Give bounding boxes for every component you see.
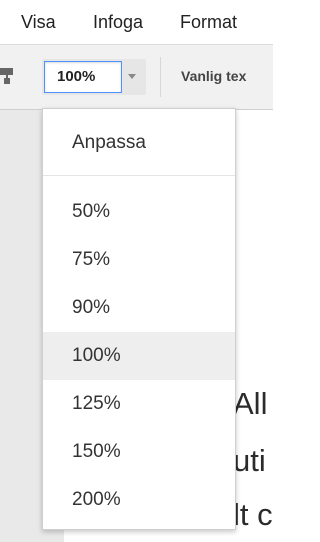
zoom-input[interactable]: 100% (44, 61, 122, 93)
zoom-dropdown-menu: Anpassa 50% 75% 90% 100% 125% 150% 200% (42, 108, 236, 530)
document-text-line: lt c (233, 497, 273, 532)
menu-visa[interactable]: Visa (21, 12, 56, 33)
zoom-option-150[interactable]: 150% (43, 428, 235, 476)
paragraph-style-select[interactable]: Vanlig tex (181, 68, 246, 84)
menu-bar: Visa Infoga Format (0, 0, 273, 44)
toolbar-divider (160, 57, 161, 97)
menu-infoga[interactable]: Infoga (93, 12, 143, 33)
chevron-down-icon[interactable] (128, 74, 136, 79)
menu-divider (43, 175, 235, 176)
document-text-line: uti (233, 443, 266, 478)
menu-format[interactable]: Format (180, 12, 237, 33)
zoom-option-50[interactable]: 50% (43, 188, 235, 236)
zoom-option-90[interactable]: 90% (43, 284, 235, 332)
zoom-option-75[interactable]: 75% (43, 236, 235, 284)
zoom-option-200[interactable]: 200% (43, 476, 235, 524)
paint-format-icon[interactable] (0, 68, 14, 84)
zoom-option-125[interactable]: 125% (43, 380, 235, 428)
zoom-option-fit[interactable]: Anpassa (43, 119, 235, 167)
zoom-select[interactable]: 100% (42, 59, 146, 95)
document-text-line: All (233, 386, 268, 421)
toolbar: 100% Vanlig tex (0, 44, 273, 110)
zoom-option-100[interactable]: 100% (43, 332, 235, 380)
